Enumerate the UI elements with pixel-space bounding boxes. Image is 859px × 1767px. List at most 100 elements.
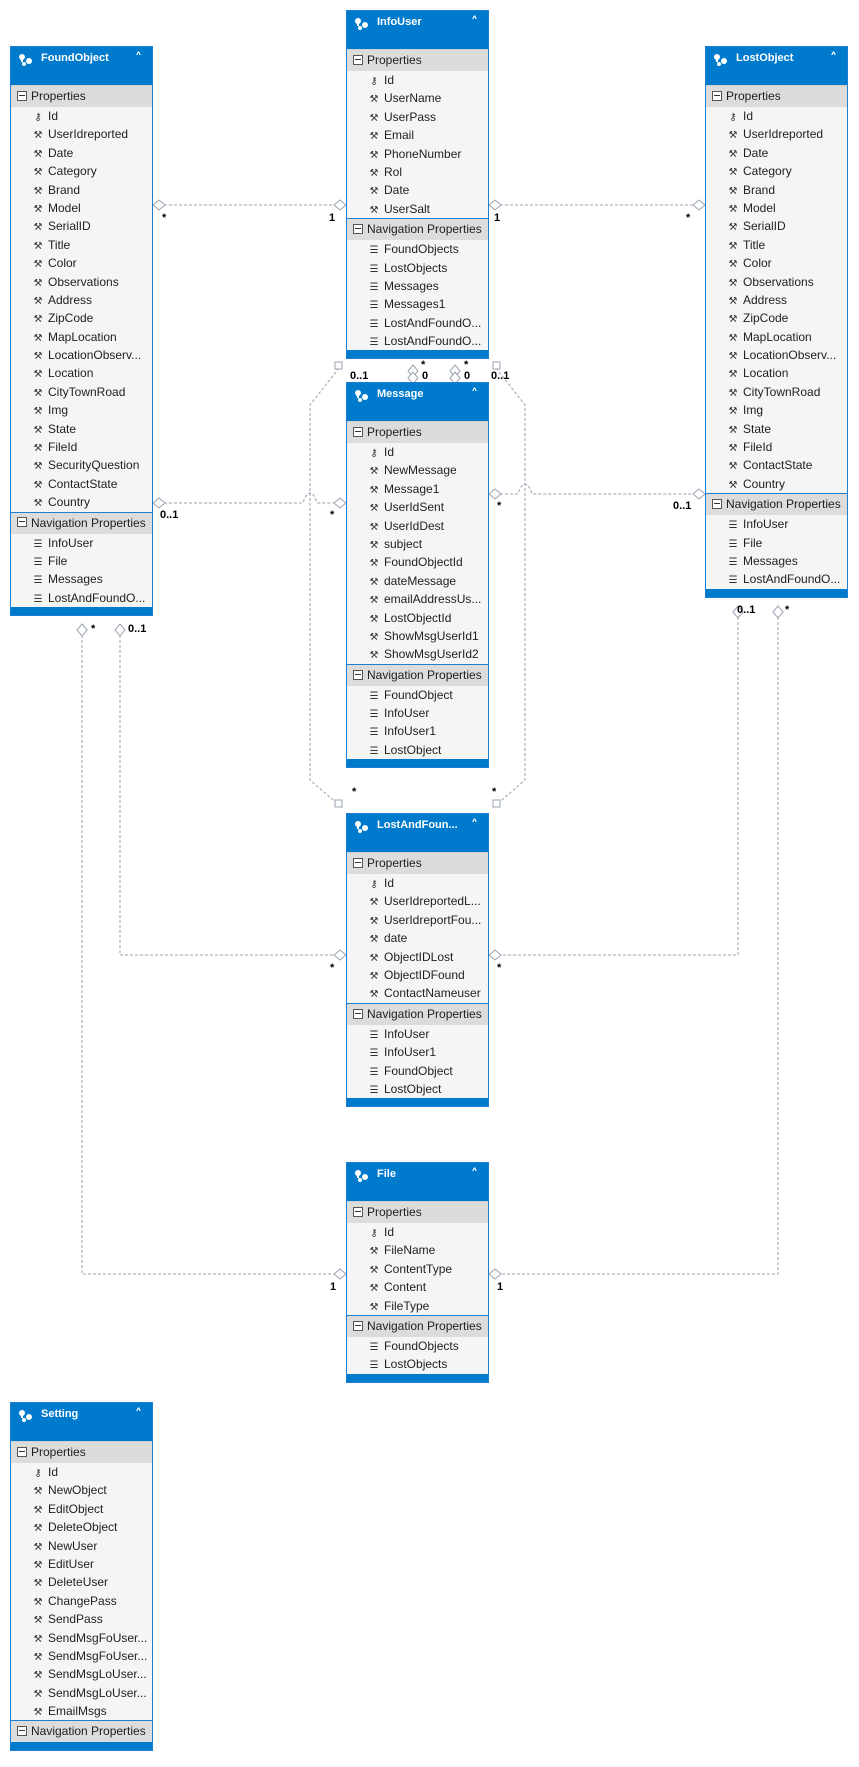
collapse-minus-icon[interactable] (17, 1446, 27, 1457)
navigation-item[interactable]: ☰ Messages (706, 552, 847, 570)
collapse-minus-icon[interactable] (17, 1726, 27, 1737)
property-item[interactable]: ⚒ UserIdDest (347, 517, 488, 535)
property-item[interactable]: ⚒ emailAddressUs... (347, 590, 488, 608)
property-item[interactable]: ⚷ Id (347, 443, 488, 461)
properties-section-header[interactable]: Properties (11, 1441, 152, 1463)
entity-header[interactable]: LostAndFoun... ˄ (347, 814, 488, 852)
property-item[interactable]: ⚒ Address (11, 291, 152, 309)
navigation-item[interactable]: ☰ LostObject (347, 1080, 488, 1098)
property-item[interactable]: ⚷ Id (706, 107, 847, 125)
entity-found-object[interactable]: FoundObject ˄ Properties ⚷ Id ⚒ UserIdreported… (10, 46, 153, 617)
entity-header[interactable]: LostObject ˄ (706, 47, 847, 85)
property-item[interactable]: ⚒ ShowMsgUserId1 (347, 627, 488, 645)
property-item[interactable]: ⚒ SendPass (11, 1610, 152, 1628)
navigation-item[interactable]: ☰ File (11, 552, 152, 570)
property-item[interactable]: ⚒ PhoneNumber (347, 145, 488, 163)
navigation-item[interactable]: ☰ LostAndFoundO... (11, 589, 152, 607)
property-item[interactable]: ⚒ SendMsgLoUser... (11, 1665, 152, 1683)
properties-section-header[interactable]: Properties (11, 85, 152, 107)
property-item[interactable]: ⚒ Location (706, 364, 847, 382)
property-item[interactable]: ⚒ SendMsgLoUser... (11, 1684, 152, 1702)
property-item[interactable]: ⚒ DeleteUser (11, 1573, 152, 1591)
property-item[interactable]: ⚒ Color (11, 254, 152, 272)
collapse-chevron-icon[interactable]: ˄ (471, 1167, 478, 1183)
property-item[interactable]: ⚒ Img (706, 401, 847, 419)
collapse-minus-icon[interactable] (353, 426, 363, 437)
navigation-item[interactable]: ☰ InfoUser (706, 515, 847, 533)
property-item[interactable]: ⚒ ContactState (11, 475, 152, 493)
collapse-minus-icon[interactable] (712, 499, 722, 510)
property-item[interactable]: ⚒ CityTownRoad (11, 383, 152, 401)
collapse-minus-icon[interactable] (353, 669, 363, 680)
entity-header[interactable]: FoundObject ˄ (11, 47, 152, 85)
collapse-chevron-icon[interactable]: ˄ (471, 387, 478, 403)
property-item[interactable]: ⚒ LocationObserv... (706, 346, 847, 364)
property-item[interactable]: ⚷ Id (347, 874, 488, 892)
collapse-chevron-icon[interactable]: ˄ (830, 51, 837, 67)
entity-header[interactable]: Message ˄ (347, 383, 488, 421)
navigation-item[interactable]: ☰ InfoUser1 (347, 722, 488, 740)
collapse-chevron-icon[interactable]: ˄ (135, 51, 142, 67)
navigation-section-header[interactable]: Navigation Properties (11, 511, 152, 534)
navigation-item[interactable]: ☰ Messages (347, 277, 488, 295)
navigation-section-header[interactable]: Navigation Properties (347, 218, 488, 241)
property-item[interactable]: ⚷ Id (11, 1463, 152, 1481)
property-item[interactable]: ⚒ FoundObjectId (347, 553, 488, 571)
entity-lost-object[interactable]: LostObject ˄ Properties ⚷ Id ⚒ UserIdreported ⚒… (705, 46, 848, 598)
property-item[interactable]: ⚒ State (706, 420, 847, 438)
property-item[interactable]: ⚒ MapLocation (706, 328, 847, 346)
navigation-item[interactable]: ☰ FoundObject (347, 686, 488, 704)
property-item[interactable]: ⚒ ChangePass (11, 1592, 152, 1610)
property-item[interactable]: ⚒ ShowMsgUserId2 (347, 645, 488, 663)
property-item[interactable]: ⚒ SecurityQuestion (11, 456, 152, 474)
property-item[interactable]: ⚒ NewUser (11, 1537, 152, 1555)
property-item[interactable]: ⚒ EditObject (11, 1500, 152, 1518)
navigation-item[interactable]: ☰ LostObjects (347, 259, 488, 277)
entity-setting[interactable]: Setting ˄ Properties ⚷ Id ⚒ NewObject ⚒ EditObje… (10, 1402, 153, 1752)
property-item[interactable]: ⚒ Content (347, 1278, 488, 1296)
collapse-minus-icon[interactable] (353, 1320, 363, 1331)
property-item[interactable]: ⚒ Observations (11, 273, 152, 291)
collapse-minus-icon[interactable] (353, 857, 363, 868)
property-item[interactable]: ⚒ ZipCode (11, 309, 152, 327)
property-item[interactable]: ⚒ UserIdSent (347, 498, 488, 516)
navigation-item[interactable]: ☰ FoundObjects (347, 1337, 488, 1355)
property-item[interactable]: ⚷ Id (347, 1223, 488, 1241)
property-item[interactable]: ⚒ date (347, 929, 488, 947)
navigation-section-header[interactable]: Navigation Properties (347, 1002, 488, 1025)
collapse-minus-icon[interactable] (353, 223, 363, 234)
property-item[interactable]: ⚒ DeleteObject (11, 1518, 152, 1536)
navigation-item[interactable]: ☰ InfoUser (11, 534, 152, 552)
collapse-minus-icon[interactable] (353, 1008, 363, 1019)
navigation-section-header[interactable]: Navigation Properties (347, 1314, 488, 1337)
property-item[interactable]: ⚒ SendMsgFoUser... (11, 1647, 152, 1665)
navigation-item[interactable]: ☰ FoundObjects (347, 240, 488, 258)
property-item[interactable]: ⚒ SerialID (706, 217, 847, 235)
property-item[interactable]: ⚒ ContentType (347, 1260, 488, 1278)
property-item[interactable]: ⚒ EmailMsgs (11, 1702, 152, 1720)
navigation-item[interactable]: ☰ File (706, 534, 847, 552)
property-item[interactable]: ⚒ Date (347, 181, 488, 199)
navigation-item[interactable]: ☰ LostAndFoundO... (706, 570, 847, 588)
collapse-minus-icon[interactable] (353, 1206, 363, 1217)
navigation-item[interactable]: ☰ Messages (11, 570, 152, 588)
entity-message[interactable]: Message ˄ Properties ⚷ Id ⚒ NewMessage ⚒ Message… (346, 382, 489, 769)
properties-section-header[interactable]: Properties (347, 852, 488, 874)
property-item[interactable]: ⚒ SendMsgFoUser... (11, 1629, 152, 1647)
property-item[interactable]: ⚒ UserIdreportFou... (347, 911, 488, 929)
property-item[interactable]: ⚒ Brand (11, 181, 152, 199)
property-item[interactable]: ⚒ MapLocation (11, 328, 152, 346)
property-item[interactable]: ⚒ Img (11, 401, 152, 419)
entity-info-user[interactable]: InfoUser ˄ Properties ⚷ Id ⚒ UserName ⚒ UserPass… (346, 10, 489, 360)
navigation-section-header[interactable]: Navigation Properties (706, 493, 847, 516)
navigation-item[interactable]: ☰ Messages1 (347, 295, 488, 313)
property-item[interactable]: ⚒ UserName (347, 89, 488, 107)
property-item[interactable]: ⚒ Email (347, 126, 488, 144)
properties-section-header[interactable]: Properties (706, 85, 847, 107)
collapse-chevron-icon[interactable]: ˄ (135, 1407, 142, 1423)
property-item[interactable]: ⚒ Model (11, 199, 152, 217)
collapse-minus-icon[interactable] (353, 54, 363, 65)
property-item[interactable]: ⚒ Category (11, 162, 152, 180)
navigation-item[interactable]: ☰ LostAndFoundO... (347, 332, 488, 350)
entity-header[interactable]: InfoUser ˄ (347, 11, 488, 49)
